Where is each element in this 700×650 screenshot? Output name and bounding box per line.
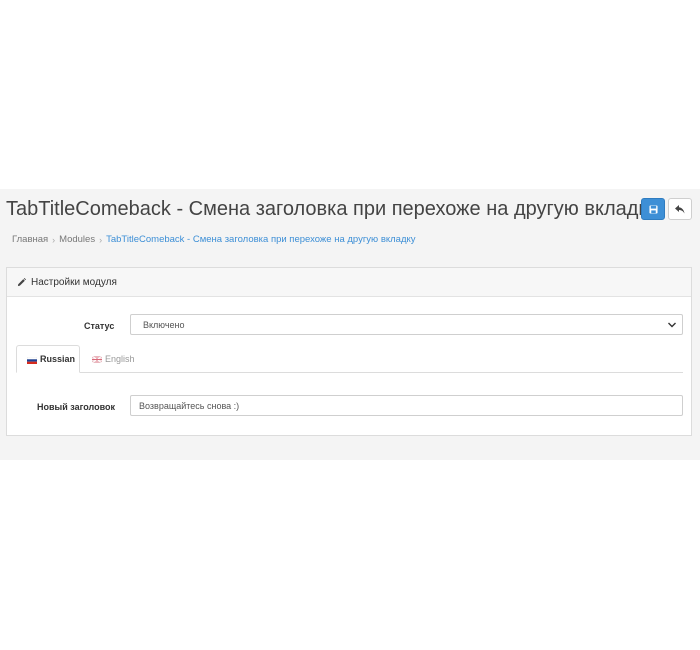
tab-english-label: English — [105, 353, 135, 364]
page-title: TabTitleComeback - Смена заголовка при п… — [6, 198, 658, 220]
reply-icon — [675, 204, 685, 214]
breadcrumb-modules[interactable]: Modules — [59, 234, 95, 245]
new-title-input[interactable] — [130, 395, 683, 416]
chevron-down-icon — [668, 322, 676, 328]
language-tabs: Russian English — [16, 345, 683, 373]
russian-flag-icon — [26, 356, 38, 364]
status-label: Статус — [84, 321, 115, 331]
status-selected-value: Включено — [143, 319, 185, 330]
breadcrumb-separator-icon: › — [52, 234, 56, 245]
save-button[interactable] — [641, 198, 665, 220]
tab-english[interactable]: English — [82, 345, 145, 372]
breadcrumb-home[interactable]: Главная — [12, 234, 48, 245]
breadcrumb-separator-icon: › — [99, 234, 103, 245]
module-settings-card: Настройки модуля Статус Включено Russian — [6, 267, 692, 436]
save-icon — [648, 204, 658, 214]
tab-russian[interactable]: Russian — [16, 345, 80, 373]
new-title-label: Новый заголовок — [37, 402, 116, 412]
card-title: Настройки модуля — [31, 276, 117, 288]
pencil-icon — [17, 277, 26, 287]
english-flag-icon — [91, 355, 103, 364]
breadcrumb: Главная › Modules › TabTitleComeback - С… — [12, 234, 416, 245]
tab-russian-label: Russian — [40, 354, 76, 364]
card-header: Настройки модуля — [7, 268, 691, 297]
breadcrumb-current[interactable]: TabTitleComeback - Смена заголовка при п… — [106, 234, 415, 245]
status-select[interactable]: Включено — [130, 314, 683, 335]
back-button[interactable] — [668, 198, 692, 220]
